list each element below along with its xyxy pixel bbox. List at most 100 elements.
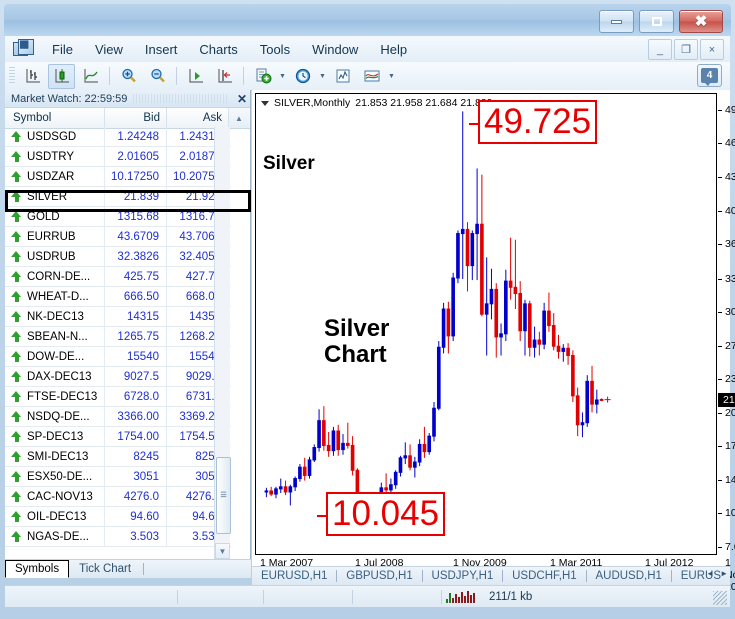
window-maximize-button[interactable]	[639, 10, 674, 33]
price-axis[interactable]: 49.770 46.540 43.310 40.080 36.850 33.525 30.2…	[718, 93, 735, 555]
mdi-restore-button[interactable]: ❐	[674, 39, 698, 60]
menu-insert[interactable]: Insert	[134, 39, 189, 60]
chart-tab-next-button[interactable]: ►	[720, 569, 728, 578]
chart-tab-audusd[interactable]: AUDUSD,H1	[586, 567, 670, 585]
table-row[interactable]: NK-DEC13 14315 14350	[5, 307, 231, 327]
annotation-high-price: 49.725	[478, 100, 598, 144]
cell-bid: 1315.68	[105, 207, 167, 226]
annotation-low-price: 10.045	[326, 492, 446, 536]
table-row[interactable]: GOLD 1315.68 1316.78	[5, 207, 231, 227]
symbol-label: USDSGD	[27, 130, 77, 143]
menu-help[interactable]: Help	[369, 39, 418, 60]
candlestick-chart-button[interactable]	[48, 63, 75, 89]
tab-tick-chart[interactable]: Tick Chart	[69, 560, 141, 578]
price-tick-mark	[718, 143, 722, 145]
toolbar-grip[interactable]	[9, 67, 15, 85]
bar-chart-button[interactable]	[19, 64, 46, 89]
table-row[interactable]: USDSGD 1.24248 1.24319	[5, 127, 231, 147]
timeframes-button[interactable]	[289, 64, 316, 89]
cell-bid: 32.3826	[105, 247, 167, 266]
table-row[interactable]: USDRUB 32.3826 32.4054	[5, 247, 231, 267]
chart-shift-button[interactable]	[211, 64, 238, 89]
chart-tab-eurusd[interactable]: EURUSD,H1	[252, 567, 336, 585]
table-row[interactable]: SILVER 21.839 21.926	[5, 187, 231, 207]
zoom-out-button[interactable]	[144, 64, 171, 89]
templates-dropdown-arrow[interactable]: ▼	[386, 65, 397, 88]
up-arrow-icon	[11, 531, 22, 542]
chart-canvas[interactable]: SILVER,Monthly 21.853 21.958 21.684 21.8…	[255, 93, 717, 555]
candle-body	[422, 443, 427, 453]
chart-tab-usdjpy[interactable]: USDJPY,H1	[423, 567, 503, 585]
table-row[interactable]: NSDQ-DE... 3366.00 3369.25	[5, 407, 231, 427]
chart-tab-gbpusd[interactable]: GBPUSD,H1	[337, 567, 421, 585]
table-row[interactable]: SMI-DEC13 8245 8253	[5, 447, 231, 467]
scroll-up-button[interactable]: ▲	[229, 108, 249, 128]
market-watch-scrollbar[interactable]: ☰	[214, 127, 231, 578]
column-header-symbol[interactable]: Symbol	[5, 108, 105, 128]
menu-view[interactable]: View	[84, 39, 134, 60]
mdi-close-button[interactable]: ×	[700, 39, 724, 60]
timeframes-dropdown-arrow[interactable]: ▼	[317, 65, 328, 88]
candle-body	[288, 486, 293, 493]
window-close-button[interactable]: ✖	[679, 10, 723, 33]
annotation-silver-chart-label: Silver Chart	[324, 316, 389, 368]
table-row[interactable]: WHEAT-D... 666.50 668.00	[5, 287, 231, 307]
candle-body	[475, 223, 479, 235]
candle-body	[508, 280, 513, 288]
table-row[interactable]: CAC-NOV13 4276.0 4276.5	[5, 487, 231, 507]
table-row[interactable]: EURRUB 43.6709 43.7068	[5, 227, 231, 247]
auto-scroll-button[interactable]	[182, 64, 209, 89]
cell-symbol: WHEAT-D...	[5, 287, 105, 306]
scroll-down-button[interactable]: ▼	[215, 543, 230, 559]
candle-body	[269, 490, 273, 495]
column-header-bid[interactable]: Bid	[105, 108, 167, 128]
table-row[interactable]: SBEAN-N... 1265.75 1268.25	[5, 327, 231, 347]
chart-tab-prev-button[interactable]: ◄	[706, 569, 714, 578]
table-row[interactable]: ESX50-DE... 3051 3055	[5, 467, 231, 487]
new-order-dropdown-arrow[interactable]: ▼	[277, 65, 288, 88]
annotation-silver-chart-line2: Chart	[324, 341, 387, 368]
scrollbar-thumb[interactable]: ☰	[216, 457, 231, 534]
annotation-silver-chart-line1: Silver	[324, 315, 390, 342]
table-row[interactable]: DOW-DE... 15540 15545	[5, 347, 231, 367]
zoom-in-button[interactable]	[115, 64, 142, 89]
table-row[interactable]: NGAS-DE... 3.503 3.535	[5, 527, 231, 547]
menu-charts[interactable]: Charts	[188, 39, 248, 60]
table-row[interactable]: DAX-DEC13 9027.5 9029.5	[5, 367, 231, 387]
table-row[interactable]: SP-DEC13 1754.00 1754.50	[5, 427, 231, 447]
table-row[interactable]: USDZAR 10.17250 10.20750	[5, 167, 231, 187]
candle-body	[298, 466, 302, 480]
market-watch-titlebar: Market Watch: 22:59:59 ✕	[5, 90, 250, 108]
table-row[interactable]: USDTRY 2.01605 2.01875	[5, 147, 231, 167]
candle-body	[451, 277, 455, 337]
price-tick-label: 10.915	[725, 507, 735, 520]
menu-file[interactable]: File	[41, 39, 84, 60]
market-watch-close-button[interactable]: ✕	[234, 92, 250, 106]
table-row[interactable]: OIL-DEC13 94.60 94.65	[5, 507, 231, 527]
mdi-minimize-button[interactable]: _	[648, 39, 672, 60]
cell-bid: 2.01605	[105, 147, 167, 166]
market-watch-panel: Market Watch: 22:59:59 ✕ Symbol Bid Ask …	[5, 90, 251, 578]
window-minimize-button[interactable]	[599, 10, 634, 33]
panel-drag-grip[interactable]	[133, 94, 228, 103]
table-row[interactable]: FTSE-DEC13 6728.0 6731.0	[5, 387, 231, 407]
candle-body	[456, 233, 460, 279]
new-order-button[interactable]	[249, 64, 276, 89]
table-row[interactable]: CORN-DE... 425.75 427.75	[5, 267, 231, 287]
mdi-window-count-badge[interactable]: 4	[697, 64, 722, 87]
menu-tools[interactable]: Tools	[249, 39, 301, 60]
window-resize-grip[interactable]	[713, 591, 727, 605]
candle-body	[307, 459, 312, 476]
chart-tab-usdchf[interactable]: USDCHF,H1	[503, 567, 586, 585]
templates-button[interactable]	[358, 64, 385, 89]
line-chart-button[interactable]	[77, 64, 104, 89]
tab-symbols[interactable]: Symbols	[5, 560, 70, 578]
column-header-ask[interactable]: Ask	[167, 108, 229, 128]
indicators-button[interactable]	[329, 64, 356, 89]
price-tick-label: 40.080	[725, 204, 735, 217]
candle-body	[441, 308, 446, 348]
menu-window[interactable]: Window	[301, 39, 369, 60]
connection-signal-icon[interactable]	[446, 590, 475, 603]
candle-body	[575, 395, 580, 426]
symbol-label: SMI-DEC13	[27, 450, 89, 463]
